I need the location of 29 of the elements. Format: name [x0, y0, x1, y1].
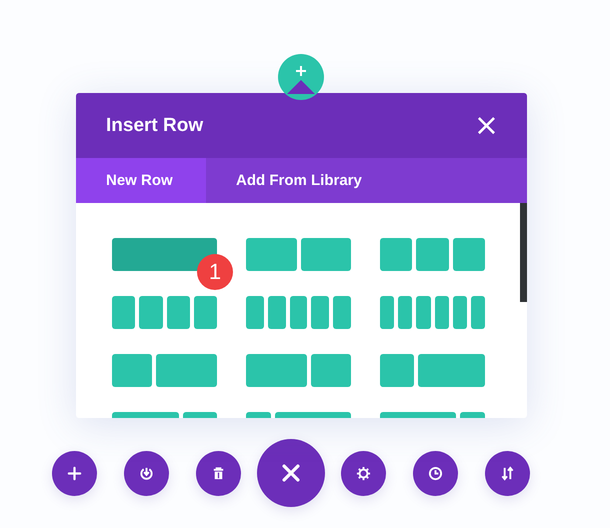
number-badge: 1 — [197, 254, 233, 290]
trash-icon — [211, 466, 226, 480]
history-button[interactable] — [413, 450, 458, 496]
plus-icon — [67, 466, 82, 480]
delete-button[interactable] — [196, 450, 241, 496]
row-layout-option[interactable] — [112, 354, 217, 387]
dialog-title: Insert Row — [106, 114, 204, 136]
row-layout-option[interactable] — [380, 354, 485, 387]
row-layout-option[interactable] — [380, 296, 485, 329]
tab[interactable]: Add From Library — [206, 158, 391, 203]
tab[interactable]: New Row — [76, 158, 206, 203]
settings-button[interactable] — [341, 450, 386, 496]
clock-icon — [428, 466, 443, 480]
sort-button[interactable] — [485, 450, 530, 496]
load-button[interactable] — [124, 450, 169, 496]
row-layout-option[interactable] — [246, 354, 351, 387]
sort-arrows-icon — [500, 466, 515, 480]
row-layout-option[interactable] — [246, 238, 351, 271]
close-button[interactable]: × — [474, 110, 499, 140]
scrollbar[interactable] — [520, 203, 527, 302]
row-layout-option[interactable] — [246, 296, 351, 329]
row-layout-option[interactable] — [380, 238, 485, 271]
row-layout-option[interactable] — [112, 296, 217, 329]
download-icon — [139, 466, 154, 480]
pointer-notch — [287, 80, 315, 94]
plus-icon — [295, 65, 307, 77]
close-icon — [280, 462, 302, 484]
settings-icon — [356, 466, 371, 480]
add-button[interactable] — [52, 450, 97, 496]
